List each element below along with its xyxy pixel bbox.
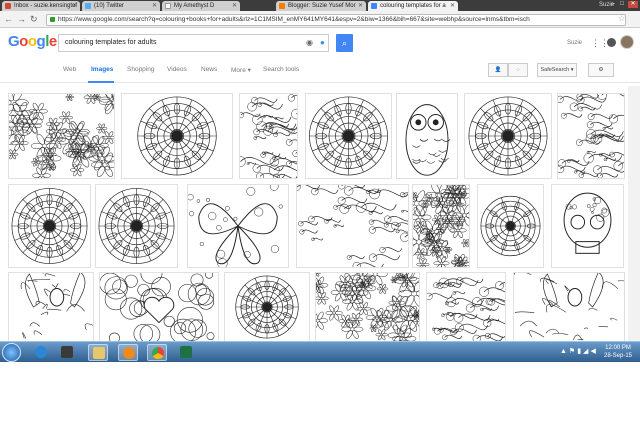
google-icon: [371, 3, 377, 9]
reload-icon[interactable]: ↻: [30, 14, 38, 25]
close-tab-icon[interactable]: ✕: [152, 1, 157, 11]
image-result-thumbnail[interactable]: [224, 272, 310, 342]
image-result-thumbnail[interactable]: [8, 272, 94, 342]
image-result-thumbnail[interactable]: [8, 184, 91, 268]
scrollbar[interactable]: [628, 86, 640, 341]
search-input[interactable]: colouring templates for adults: [58, 34, 329, 52]
start-button[interactable]: [2, 343, 21, 362]
tab-label: My Amethyst D: [174, 3, 215, 9]
tab-search-tools[interactable]: Search tools: [263, 66, 299, 73]
search-nav: Web Images Shopping Videos News More ▾ S…: [0, 57, 640, 83]
browser-toolbar: ← → ↻ https://www.google.com/search?q=co…: [0, 11, 640, 28]
image-result-thumbnail[interactable]: [121, 93, 233, 179]
google-logo[interactable]: Google: [8, 33, 57, 50]
page-icon: [165, 3, 171, 9]
image-result-thumbnail[interactable]: [296, 184, 409, 268]
search-button[interactable]: ⌕: [336, 34, 353, 52]
taskbar-chrome[interactable]: [147, 344, 167, 361]
google-header: Google colouring templates for adults ◉ …: [0, 29, 640, 57]
forward-icon[interactable]: →: [17, 14, 26, 25]
image-result-thumbnail[interactable]: [315, 272, 420, 342]
twitter-icon: [85, 3, 91, 9]
ie-icon: [35, 346, 47, 358]
tab-inbox[interactable]: Inbox - suzie.kensingtof ✕: [2, 1, 80, 11]
close-tab-icon[interactable]: ✕: [450, 1, 455, 11]
windows-taskbar: ▲⚑▮◢◀ 12:00 PM 28-Sep-15: [0, 341, 640, 362]
close-tab-icon[interactable]: ✕: [358, 1, 363, 11]
person-icon: 👤: [494, 67, 502, 73]
image-result-thumbnail[interactable]: [557, 93, 625, 179]
firefox-icon: [123, 347, 135, 359]
image-result-thumbnail[interactable]: [513, 272, 625, 342]
tab-more[interactable]: More ▾: [231, 66, 251, 74]
browser-tab-strip: Inbox - suzie.kensingtof ✕ (10) Twitter …: [0, 0, 640, 11]
tab-label: Blogger: Suzie Yusef Mor: [288, 3, 356, 9]
close-tab-icon[interactable]: ✕: [232, 1, 237, 11]
tab-amethyst[interactable]: My Amethyst D ✕: [162, 1, 240, 11]
maximize-icon[interactable]: □: [618, 1, 626, 8]
tab-google-images[interactable]: colouring templates for a ✕: [368, 1, 458, 11]
settings-button[interactable]: ⚙: [588, 63, 614, 77]
clock-time: 12:00 PM: [605, 345, 631, 351]
image-result-thumbnail[interactable]: [187, 184, 289, 268]
image-result-thumbnail[interactable]: [426, 272, 506, 342]
minimize-icon[interactable]: –: [609, 1, 617, 8]
media-icon: [61, 346, 73, 358]
safesearch-button[interactable]: SafeSearch ▾: [537, 63, 577, 77]
tab-videos[interactable]: Videos: [167, 66, 187, 73]
image-result-thumbnail[interactable]: [8, 93, 115, 179]
image-result-thumbnail[interactable]: [464, 93, 552, 179]
gmail-icon: [5, 3, 11, 9]
taskbar-media[interactable]: [57, 344, 77, 361]
search-icon: ⌕: [341, 38, 348, 48]
tab-web[interactable]: Web: [63, 66, 76, 73]
address-bar[interactable]: https://www.google.com/search?q=colourin…: [46, 14, 626, 26]
image-result-thumbnail[interactable]: [551, 184, 624, 268]
more-label: More: [231, 67, 246, 74]
blogger-icon: [279, 3, 285, 9]
taskbar-excel[interactable]: [176, 344, 196, 361]
clock[interactable]: 12:00 PM 28-Sep-15: [603, 344, 633, 360]
user-name[interactable]: Suzie: [567, 40, 582, 46]
avatar[interactable]: [620, 35, 634, 49]
mic-icon[interactable]: ●: [320, 38, 325, 47]
globe-filter-button[interactable]: ◌: [508, 63, 528, 77]
image-result-thumbnail[interactable]: [95, 184, 178, 268]
tab-label: colouring templates for a: [380, 3, 446, 9]
folder-icon: [93, 347, 105, 359]
person-filter-button[interactable]: 👤: [488, 63, 508, 77]
lock-icon: [50, 17, 55, 22]
back-icon[interactable]: ←: [4, 14, 13, 25]
image-result-thumbnail[interactable]: [412, 184, 470, 268]
star-icon[interactable]: ☆: [618, 14, 625, 23]
globe-icon: ◌: [516, 67, 520, 73]
close-tab-icon[interactable]: ✕: [72, 1, 77, 11]
bell-icon[interactable]: [607, 38, 616, 47]
tab-label: (10) Twitter: [94, 3, 124, 9]
tab-twitter[interactable]: (10) Twitter ✕: [82, 1, 160, 11]
tab-blogger[interactable]: Blogger: Suzie Yusef Mor ✕: [276, 1, 366, 11]
tab-news[interactable]: News: [201, 66, 217, 73]
tab-images[interactable]: Images: [91, 66, 113, 73]
screen: Inbox - suzie.kensingtof ✕ (10) Twitter …: [0, 0, 640, 362]
image-result-thumbnail[interactable]: [477, 184, 544, 268]
system-tray-icons[interactable]: ▲⚑▮◢◀: [560, 347, 598, 355]
gear-icon: ⚙: [598, 67, 604, 73]
chrome-icon: [152, 347, 164, 359]
tab-shopping[interactable]: Shopping: [127, 66, 154, 73]
clock-date: 28-Sep-15: [603, 353, 633, 359]
taskbar-firefox[interactable]: [118, 344, 138, 361]
image-result-thumbnail[interactable]: [99, 272, 219, 342]
taskbar-explorer[interactable]: [88, 344, 108, 361]
safesearch-label: SafeSearch: [540, 67, 570, 73]
camera-icon[interactable]: ◉: [306, 38, 313, 47]
excel-icon: [180, 346, 192, 358]
close-window-icon[interactable]: ✕: [628, 1, 638, 8]
active-tab-indicator: [88, 81, 114, 83]
image-result-thumbnail[interactable]: [305, 93, 392, 179]
tab-label: Inbox - suzie.kensingtof: [14, 3, 78, 9]
image-result-thumbnail[interactable]: [396, 93, 458, 179]
image-result-thumbnail[interactable]: [239, 93, 298, 179]
taskbar-ie[interactable]: [31, 344, 51, 361]
